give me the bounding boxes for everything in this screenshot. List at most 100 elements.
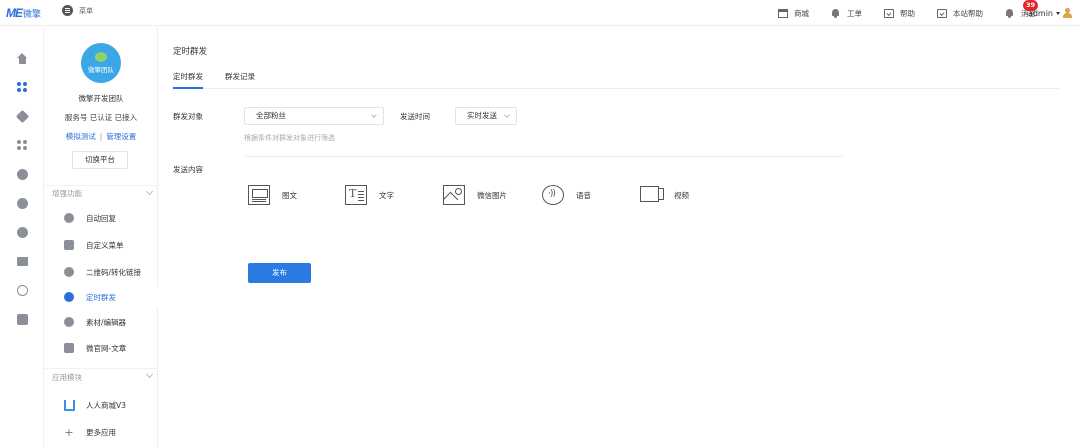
manage-settings-link[interactable]: 管理设置 [106,132,136,141]
sidebar-item-label: 素材/编辑器 [86,317,127,327]
nav-help-link[interactable]: 帮助 [884,8,915,19]
rail-user-settings[interactable] [11,221,33,243]
rail-apps[interactable] [11,76,33,98]
nav-site-help-link[interactable]: 本站帮助 [937,8,983,19]
sidebar-item-label: 微官网-文章 [86,343,127,353]
link-separator: | [99,132,103,141]
content-type-label: 文字 [379,190,394,200]
tab-send-records[interactable]: 群发记录 [225,71,255,89]
section-apps-label: 应用模块 [52,373,82,382]
logo-mark: ME [6,6,23,20]
cloud-icon [16,168,28,180]
top-nav: 商城 工单 帮助 本站帮助 消息 39 [756,0,1039,26]
sidebar-item-materials[interactable]: 素材/编辑器 [44,312,158,332]
sidebar-item-qrcode[interactable]: 二维码/转化链接 [44,262,158,282]
content-type-text[interactable]: 文字 [345,182,394,208]
user-icon [1063,8,1072,18]
send-time-select[interactable]: 实时发送 [455,107,517,125]
account-status: 服务号 已认证 已接入 [64,113,138,122]
video-icon [640,185,664,205]
user-menu[interactable]: admin [1028,0,1072,26]
target-hint: 根据条件对群发对象进行筛选 [244,134,335,142]
rail-users[interactable] [11,192,33,214]
send-time-value: 实时发送 [467,111,497,120]
content-type-news[interactable]: 图文 [248,182,297,208]
avatar-text: 微擎团队 [88,66,114,74]
sidebar-item-more-apps[interactable]: + 更多应用 [44,422,158,442]
menu-label: 菜单 [79,6,93,15]
news-icon [248,185,270,205]
bell-icon [831,8,841,18]
chevron-down-icon [145,370,154,379]
section-enhance-label: 增强功能 [52,189,82,198]
qrcode-icon [64,267,74,277]
target-label: 群发对象 [173,112,203,121]
section-enhance[interactable]: 增强功能 [44,185,158,199]
menu-doc-icon [64,240,74,250]
divider [244,156,844,157]
content-type-image[interactable]: 微信图片 [443,182,507,208]
nav-help-label: 帮助 [900,8,915,18]
content-type-label: 语音 [576,190,591,200]
nav-shop-link[interactable]: 商城 [778,8,809,19]
switch-platform-button[interactable]: 切换平台 [72,151,128,169]
sidebar-item-scheduled-send[interactable]: 定时群发 [44,287,159,307]
apps-grid-icon [16,81,28,93]
help-box-icon [884,8,894,18]
rail-globe[interactable] [11,279,33,301]
caret-down-icon [1056,11,1060,15]
globe-icon [16,284,28,296]
sidebar-item-custom-menu[interactable]: 自定义菜单 [44,235,158,255]
rail-cube[interactable] [11,105,33,127]
simulate-test-link[interactable]: 模拟测试 [66,132,96,141]
page-title: 定时群发 [173,47,208,57]
edit-icon [64,317,74,327]
sidebar-item-auto-reply[interactable]: 自动回复 [44,208,158,228]
icon-rail [0,27,44,448]
account-sidebar: 微擎团队 微擎开发团队 服务号 已认证 已接入 模拟测试 | 管理设置 切换平台 增… [44,27,159,448]
sidebar-item-label: 定时群发 [86,292,116,302]
voice-icon [542,185,564,205]
content-type-video[interactable]: 视频 [640,182,689,208]
modules-icon [16,139,28,151]
section-apps[interactable]: 应用模块 [44,368,158,382]
rail-home[interactable] [11,47,33,69]
menu-toggle-button[interactable]: 菜单 [62,5,93,16]
sidebar-item-label: 自动回复 [86,213,116,223]
rail-modules[interactable] [11,134,33,156]
nav-site-help-label: 本站帮助 [953,8,983,18]
top-bar: ME 微擎 菜单 商城 工单 帮助 本站帮助 消息 39 admin [0,0,1080,26]
sidebar-item-renren-shop[interactable]: 人人商城V3 [44,395,158,415]
plus-icon: + [64,425,74,439]
tab-scheduled-send[interactable]: 定时群发 [173,71,203,89]
user-name: admin [1027,8,1053,18]
sidebar-item-microsite[interactable]: 微官网-文章 [44,338,158,358]
target-select[interactable]: 全部粉丝 [244,107,384,125]
user-settings-icon [16,226,28,238]
logo-text: 微擎 [23,9,42,20]
menu-icon [62,5,73,16]
content-type-voice[interactable]: 语音 [542,182,591,208]
rail-monitor[interactable] [11,250,33,272]
chat-icon [64,213,74,223]
content-type-label: 视频 [674,190,689,200]
rail-cloud[interactable] [11,163,33,185]
logo[interactable]: ME 微擎 [6,5,41,21]
nav-ticket-link[interactable]: 工单 [831,8,862,19]
sidebar-item-label: 更多应用 [86,427,116,437]
sidebar-item-label: 自定义菜单 [86,240,124,250]
bell-icon [1005,8,1015,18]
chevron-down-icon [145,187,154,196]
main-content: 定时群发 定时群发 群发记录 群发对象 全部粉丝 发送时间 实时发送 根据条件对… [158,27,1080,448]
target-select-value: 全部粉丝 [256,111,286,120]
shop-app-icon [64,399,75,411]
publish-button[interactable]: 发布 [248,263,311,283]
rail-store[interactable] [11,308,33,330]
shop-icon [778,8,788,18]
users-icon [16,197,28,209]
wechat-logo-icon [95,52,107,62]
text-icon [345,185,367,205]
sidebar-item-label: 二维码/转化链接 [86,267,142,277]
account-avatar: 微擎团队 [81,43,121,83]
help-box-icon [937,8,947,18]
